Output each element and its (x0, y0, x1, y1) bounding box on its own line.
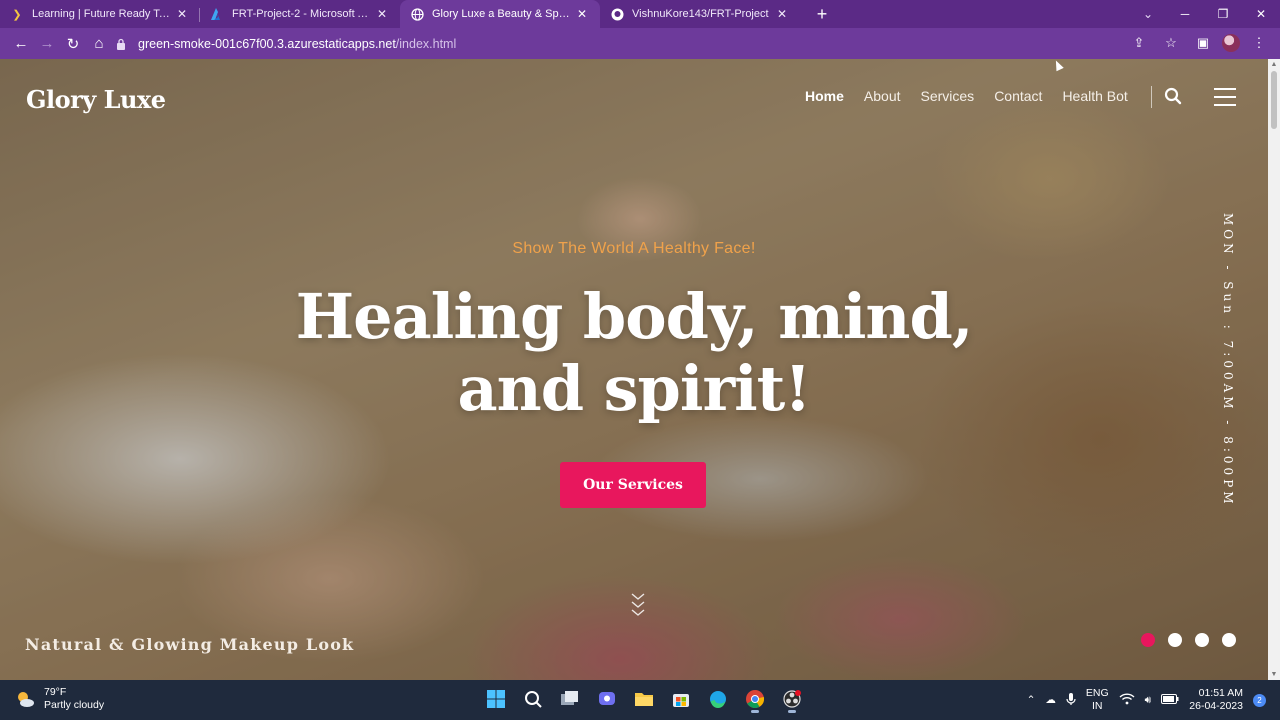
browser-tab-azure[interactable]: FRT-Project-2 - Microsoft Azure ✕ (200, 0, 400, 28)
weather-description: Partly cloudy (44, 699, 105, 711)
weather-widget[interactable]: 79°F Partly cloudy (14, 686, 104, 712)
hamburger-menu-icon[interactable] (1214, 88, 1236, 106)
chrome-icon[interactable] (741, 684, 769, 714)
hero-headline-line1: Healing body, mind, (295, 280, 974, 353)
edge-icon[interactable] (704, 684, 732, 714)
clock-date: 26-04-2023 (1189, 700, 1243, 712)
scroll-down-arrow-icon[interactable]: ▼ (1270, 671, 1278, 678)
maximize-icon[interactable]: ❐ (1204, 0, 1242, 28)
tab-title: FRT-Project-2 - Microsoft Azure (232, 8, 374, 20)
site-logo[interactable]: Glory Luxe (26, 85, 166, 114)
hero-headline: Healing body, mind, and spirit! (234, 281, 1034, 425)
tab-search-icon[interactable]: ⌄ (1134, 0, 1162, 28)
forward-icon[interactable]: → (34, 31, 60, 57)
task-view-icon[interactable] (556, 684, 584, 714)
address-bar[interactable]: green-smoke-001c67f00.3.azurestaticapps.… (116, 32, 1156, 56)
hero-headline-line2: and spirit! (457, 352, 811, 425)
hero-eyebrow: Show The World A Healthy Face! (512, 240, 756, 257)
browser-tab-glory-luxe[interactable]: Glory Luxe a Beauty & Spa Categ ✕ (400, 0, 600, 28)
slider-dot[interactable] (1141, 633, 1155, 647)
region-code: IN (1092, 700, 1103, 712)
browser-tab-learning[interactable]: ❯ Learning | Future Ready Talent ✕ (0, 0, 200, 28)
weather-temperature: 79°F (44, 686, 67, 698)
side-panel-icon[interactable]: ▣ (1190, 30, 1216, 56)
microphone-icon[interactable] (1066, 692, 1076, 709)
search-icon[interactable] (519, 684, 547, 714)
partly-cloudy-icon (14, 688, 36, 710)
taskbar-apps (482, 684, 806, 714)
reload-icon[interactable]: ↻ (60, 31, 86, 57)
nav-item-contact[interactable]: Contact (994, 88, 1042, 104)
slider-dot[interactable] (1222, 633, 1236, 647)
profile-avatar[interactable] (1222, 34, 1240, 52)
learning-favicon-icon: ❯ (12, 8, 22, 21)
system-tray: ⌃ ☁ ENG IN 🔊︎ 01:51 AM 26-04-2023 2 (1027, 680, 1266, 720)
url-path: /index.html (395, 37, 457, 51)
slider-dots (1141, 633, 1236, 647)
github-favicon-icon (610, 7, 624, 21)
close-tab-icon[interactable]: ✕ (574, 7, 590, 21)
system-clock[interactable]: 01:51 AM 26-04-2023 (1189, 687, 1243, 713)
clock-time: 01:51 AM (1198, 687, 1243, 699)
url-host: green-smoke-001c67f00.3.azurestaticapps.… (138, 37, 396, 51)
file-explorer-icon[interactable] (630, 684, 658, 714)
nav-item-home[interactable]: Home (805, 88, 844, 104)
back-icon[interactable]: ← (8, 31, 34, 57)
close-tab-icon[interactable]: ✕ (374, 7, 390, 21)
notification-badge[interactable]: 2 (1253, 693, 1266, 707)
close-tab-icon[interactable]: ✕ (174, 7, 190, 21)
browser-tab-github[interactable]: VishnuKore143/FRT-Project ✕ (600, 0, 800, 28)
close-tab-icon[interactable]: ✕ (774, 7, 790, 21)
nav-divider (1151, 86, 1152, 108)
bookmark-star-icon[interactable]: ☆ (1158, 30, 1184, 56)
nav-item-health-bot[interactable]: Health Bot (1062, 88, 1127, 104)
search-icon[interactable] (1164, 87, 1184, 107)
tab-title: VishnuKore143/FRT-Project (632, 8, 769, 20)
microsoft-store-icon[interactable] (667, 684, 695, 714)
main-nav: Home About Services Contact Health Bot (805, 88, 1128, 104)
slider-dot[interactable] (1195, 633, 1209, 647)
window-controls: ─ ❐ ✕ (1166, 0, 1280, 28)
browser-tab-strip: ❯ Learning | Future Ready Talent ✕ FRT-P… (0, 0, 1280, 28)
new-tab-button[interactable]: + (808, 0, 836, 28)
browser-menu-icon[interactable]: ⋮ (1246, 30, 1272, 56)
our-services-button[interactable]: Our Services (560, 462, 706, 508)
globe-favicon-icon (410, 7, 424, 21)
lock-icon[interactable] (116, 38, 128, 50)
onedrive-cloud-icon[interactable]: ☁ (1045, 694, 1056, 706)
share-icon[interactable]: ⇪ (1126, 30, 1152, 56)
nav-item-about[interactable]: About (864, 88, 901, 104)
tab-title: Learning | Future Ready Talent (32, 8, 174, 20)
home-icon[interactable]: ⌂ (86, 31, 112, 57)
close-window-icon[interactable]: ✕ (1242, 0, 1280, 28)
windows-taskbar: 79°F Partly cloudy ⌃ ☁ ENG IN 🔊︎ 01:51 A… (0, 680, 1280, 720)
show-hidden-icons-icon[interactable]: ⌃ (1027, 694, 1036, 706)
opening-hours: MON - Sun : 7:00AM - 8:00PM (1221, 213, 1235, 508)
wifi-icon[interactable] (1119, 692, 1135, 708)
hero-content: Glory Luxe Home About Services Contact H… (0, 59, 1268, 680)
nav-item-services[interactable]: Services (921, 88, 975, 104)
tab-title: Glory Luxe a Beauty & Spa Categ (432, 8, 574, 20)
slide-caption: Natural & Glowing Makeup Look (25, 635, 355, 654)
browser-toolbar: ← → ↻ ⌂ green-smoke-001c67f00.3.azuresta… (0, 28, 1280, 59)
slider-dot[interactable] (1168, 633, 1182, 647)
azure-favicon-icon (210, 7, 224, 21)
teams-chat-icon[interactable] (593, 684, 621, 714)
language-code: ENG (1085, 687, 1109, 699)
scrollbar-thumb[interactable] (1271, 71, 1277, 129)
volume-icon[interactable]: 🔊︎ (1145, 694, 1152, 707)
toolbar-actions: ⇪ ☆ ▣ ⋮ (1126, 30, 1272, 56)
scroll-down-chevrons-icon[interactable] (630, 591, 646, 621)
battery-icon[interactable] (1161, 693, 1179, 707)
minimize-icon[interactable]: ─ (1166, 0, 1204, 28)
scroll-up-arrow-icon[interactable]: ▲ (1270, 61, 1278, 68)
obs-icon[interactable] (778, 684, 806, 714)
page-scrollbar[interactable]: ▲ ▼ (1268, 59, 1280, 680)
windows-start-icon[interactable] (482, 684, 510, 714)
input-language[interactable]: ENG IN (1086, 687, 1109, 713)
hero-section: Glory Luxe Home About Services Contact H… (0, 59, 1268, 680)
